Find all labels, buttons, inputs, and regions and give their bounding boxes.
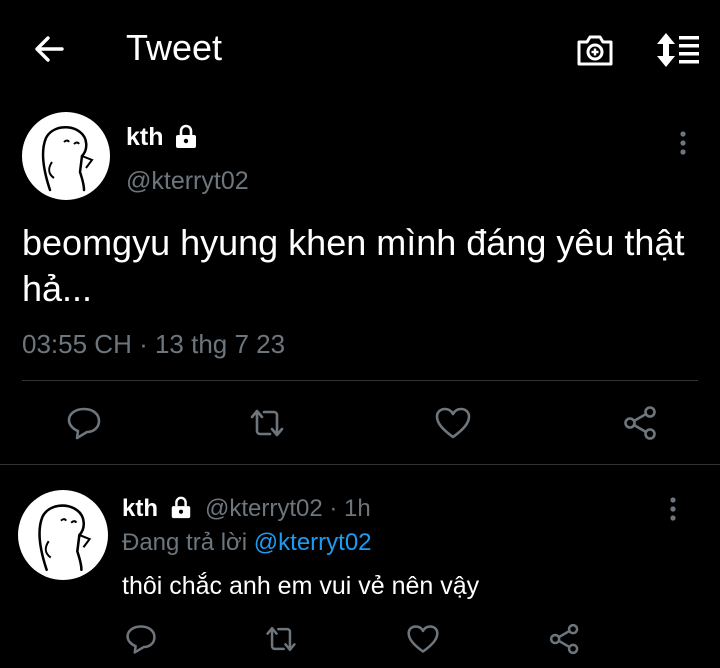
timestamp[interactable]: 03:55 CH · 13 thg 7 23 <box>22 328 285 360</box>
username-handle[interactable]: @kterryt02 <box>126 166 249 196</box>
back-arrow-icon[interactable] <box>30 30 68 68</box>
retweet-icon[interactable] <box>264 622 298 656</box>
mention-link[interactable]: @kterryt02 <box>254 529 372 556</box>
share-icon[interactable] <box>548 622 582 656</box>
like-icon[interactable] <box>434 404 472 442</box>
retweet-icon[interactable] <box>248 404 286 442</box>
tweet-text: thôi chắc anh em vui vẻ nên vậy <box>122 572 480 600</box>
more-icon[interactable] <box>672 130 694 156</box>
divider <box>22 380 698 381</box>
divider <box>0 464 720 465</box>
replying-prefix: Đang trả lời <box>122 529 254 556</box>
avatar[interactable] <box>22 112 110 200</box>
page-title: Tweet <box>126 27 223 68</box>
like-icon[interactable] <box>406 622 440 656</box>
replying-to: Đang trả lời @kterryt02 <box>122 528 372 558</box>
display-name[interactable]: kth <box>122 494 158 524</box>
avatar[interactable] <box>18 490 108 580</box>
handle-and-time[interactable]: @kterryt02 · 1h <box>205 494 371 524</box>
sort-icon[interactable] <box>654 30 700 70</box>
more-icon[interactable] <box>662 496 684 522</box>
reply-icon[interactable] <box>65 404 103 442</box>
lock-icon <box>169 496 193 520</box>
lock-icon <box>173 124 199 150</box>
tweet-text: beomgyu hyung khen mình đáng yêu thật hả… <box>22 222 685 309</box>
share-icon[interactable] <box>622 404 660 442</box>
camera-icon[interactable] <box>575 30 615 70</box>
display-name[interactable]: kth <box>126 122 164 152</box>
reply-icon[interactable] <box>124 622 158 656</box>
